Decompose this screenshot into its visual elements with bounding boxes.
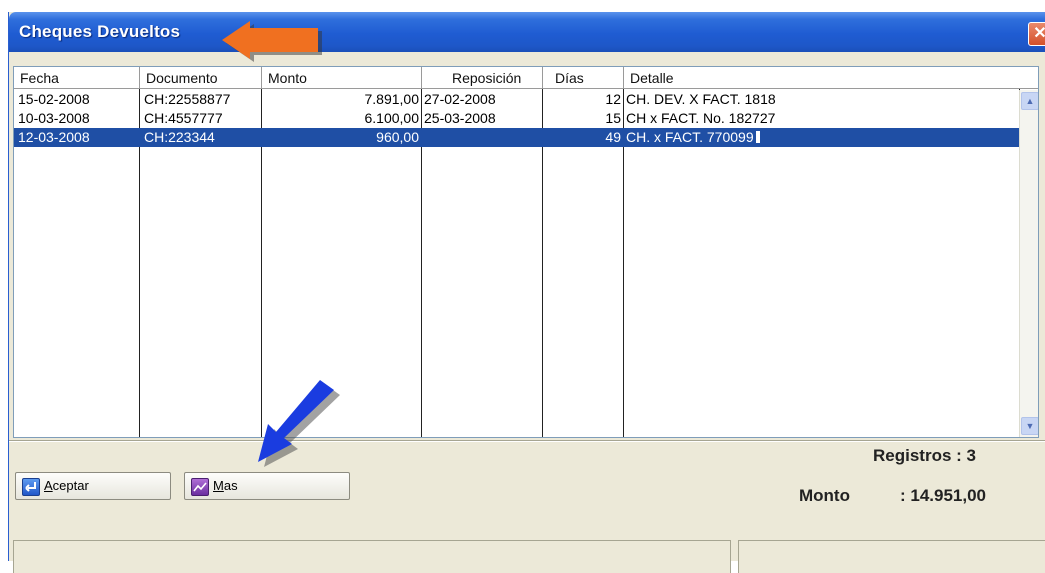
mas-button[interactable]: Mas	[184, 472, 350, 500]
table-row[interactable]: 15-02-2008 CH:22558877 7.891,00 27-02-20…	[14, 90, 1019, 109]
dialog-window: Cheques Devueltos ✕ Fecha Documento Mont…	[8, 12, 1045, 573]
title-bar[interactable]: Cheques Devueltos ✕	[9, 12, 1045, 52]
text-cursor	[755, 131, 760, 143]
cell-reposicion: 27-02-2008	[424, 91, 496, 107]
vertical-scrollbar[interactable]: ▲ ▼	[1019, 90, 1038, 437]
close-icon[interactable]: ✕	[1028, 22, 1045, 46]
registros-count: Registros : 3	[873, 446, 976, 465]
status-panel-left	[13, 540, 731, 573]
cell-documento: CH:4557777	[144, 110, 223, 126]
header-reposicion[interactable]: Reposición	[422, 67, 543, 89]
cell-monto: 7.891,00	[364, 91, 420, 107]
table-row[interactable]: 10-03-2008 CH:4557777 6.100,00 25-03-200…	[14, 109, 1019, 128]
cell-detalle: CH. DEV. X FACT. 1818	[626, 91, 776, 107]
cell-reposicion	[424, 128, 540, 147]
monto-label: Monto	[799, 486, 850, 505]
cell-dias: 12	[605, 91, 621, 107]
orange-arrow-annotation	[222, 21, 322, 62]
status-panel-right	[738, 540, 1045, 573]
cell-dias: 49	[605, 129, 621, 145]
enter-icon	[22, 478, 40, 496]
cell-fecha: 12-03-2008	[18, 129, 90, 145]
separator	[9, 440, 1045, 442]
chart-icon	[191, 478, 209, 496]
header-monto[interactable]: Monto	[262, 67, 422, 89]
header-documento[interactable]: Documento	[140, 67, 262, 89]
scroll-down-icon[interactable]: ▼	[1021, 417, 1038, 435]
window-title: Cheques Devueltos	[19, 22, 181, 41]
cell-dias: 15	[605, 110, 621, 126]
table-row-selected[interactable]: 12-03-2008 CH:223344 960,00 49 CH. x FAC…	[14, 128, 1019, 147]
cell-reposicion: 25-03-2008	[424, 110, 496, 126]
cell-detalle: CH x FACT. No. 182727	[626, 110, 776, 126]
aceptar-button[interactable]: Aceptar	[15, 472, 171, 500]
cell-detalle: CH. x FACT. 770099	[626, 128, 1016, 147]
header-fecha[interactable]: Fecha	[14, 67, 140, 89]
cell-documento: CH:223344	[144, 129, 215, 145]
cell-monto: 6.100,00	[364, 110, 420, 126]
cheques-table[interactable]: Fecha Documento Monto Reposición Días De…	[13, 66, 1039, 438]
header-dias[interactable]: Días	[543, 67, 624, 89]
header-detalle[interactable]: Detalle	[624, 67, 1038, 89]
cell-documento: CH:22558877	[144, 91, 231, 107]
cell-fecha: 15-02-2008	[18, 91, 90, 107]
monto-total: : 14.951,00	[900, 486, 987, 505]
scroll-up-icon[interactable]: ▲	[1021, 92, 1038, 110]
cell-monto: 960,00	[376, 129, 419, 145]
cell-fecha: 10-03-2008	[18, 110, 90, 126]
blue-arrow-annotation	[258, 380, 340, 467]
